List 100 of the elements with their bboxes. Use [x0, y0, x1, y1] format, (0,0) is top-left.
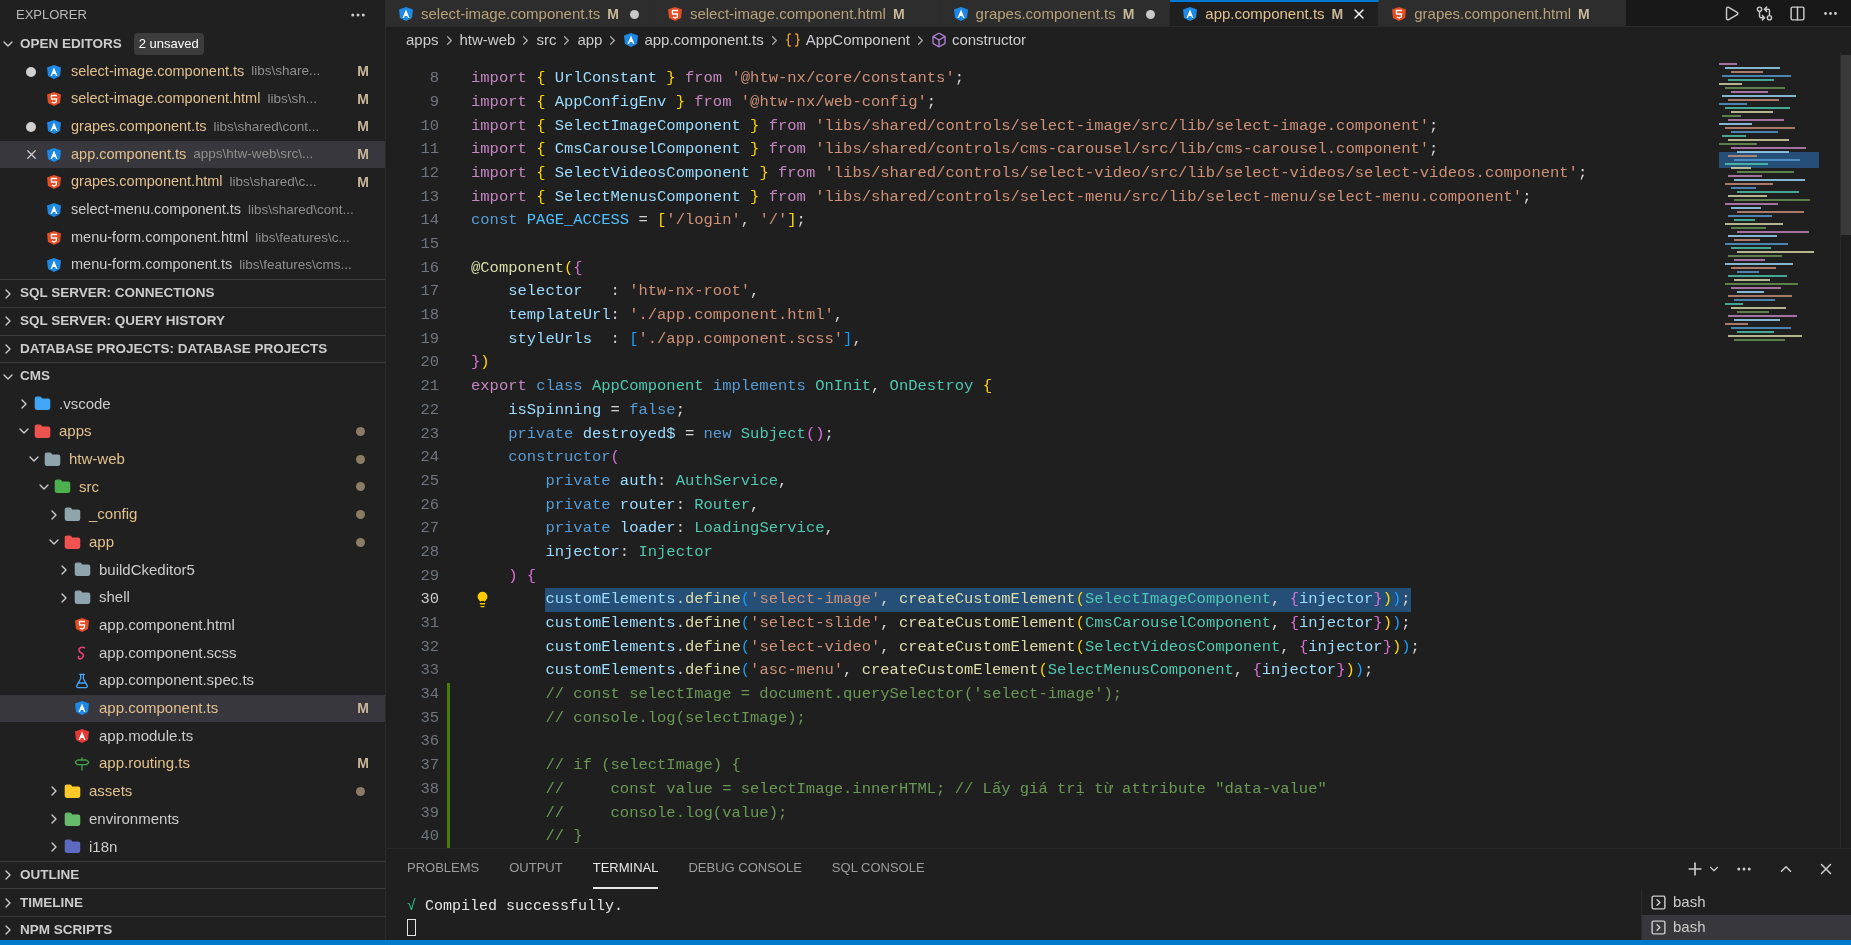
tree-item[interactable]: src — [0, 473, 385, 501]
tree-label: shell — [99, 587, 130, 608]
tree-item[interactable]: app.module.ts — [0, 722, 385, 750]
code-line: import { UrlConstant } from '@htw-nx/core/constants'; — [471, 68, 965, 90]
line-number: 19 — [419, 328, 439, 350]
line-number: 8 — [428, 68, 439, 90]
git-status: M — [892, 4, 905, 24]
code-line: selector : 'htw-nx-root', — [507, 281, 760, 303]
shield-icon — [46, 118, 62, 135]
open-editor-item[interactable]: menu-form.component.ts libs\features\cms... — [0, 251, 385, 280]
tree-label: buildCkeditor5 — [99, 559, 195, 580]
tree-item[interactable]: _config — [0, 500, 385, 529]
git-status: M — [357, 172, 369, 192]
editor-tab[interactable]: app.component.ts M — [1170, 0, 1380, 26]
file-name: select-image.component.ts — [71, 61, 245, 81]
scrollbar-thumb[interactable] — [1841, 55, 1851, 235]
code-line: private destroyed$ = new Subject(); — [507, 423, 834, 445]
section-header[interactable]: DATABASE PROJECTS: DATABASE PROJECTS — [0, 334, 385, 363]
tree-label: app.component.ts — [99, 698, 219, 719]
editor-tab[interactable]: grapes.component.ts M — [940, 0, 1171, 26]
panel-tab[interactable]: OUTPUT — [509, 849, 563, 889]
section-header[interactable]: TIMELINE — [0, 888, 385, 916]
code-line: // if (selectImage) { — [544, 755, 741, 777]
code-line: // } — [544, 826, 583, 848]
code-line: isSpinning = false; — [507, 399, 685, 421]
section-header[interactable]: OPEN EDITORS 2 unsaved — [0, 30, 385, 58]
folder-icon — [34, 395, 51, 413]
section-header[interactable]: SQL SERVER: QUERY HISTORY — [0, 306, 385, 335]
section-header[interactable]: SQL SERVER: CONNECTIONS — [0, 279, 385, 307]
tree-item[interactable]: i18n — [0, 832, 385, 861]
tree-item[interactable]: app.routing.ts M — [0, 749, 385, 778]
tree-item[interactable]: shell — [0, 583, 385, 612]
open-editor-item[interactable]: menu-form.component.html libs\features\c... — [0, 223, 385, 252]
tree-item[interactable]: environments — [0, 805, 385, 833]
panel-tab[interactable]: DEBUG CONSOLE — [688, 849, 802, 889]
open-editor-item[interactable]: app.component.ts apps\htw-web\src\... M — [0, 140, 385, 169]
breadcrumb-item[interactable]: constructor — [930, 28, 1027, 52]
file-name: grapes.component.html — [71, 172, 223, 192]
tree-item[interactable]: app.component.scss — [0, 639, 385, 667]
line-number: 38 — [419, 778, 439, 800]
line-number: 30 — [419, 589, 439, 611]
panel-tab[interactable]: TERMINAL — [592, 849, 659, 889]
panel-tab[interactable]: SQL CONSOLE — [831, 849, 925, 889]
run-icon[interactable] — [1723, 4, 1740, 22]
code-line: import { SelectVideosComponent } from 'libs/shared/controls/select-video/src/lib/select-videos/select-videos.component'; — [471, 162, 1588, 184]
editor-tab[interactable]: grapes.component.html M — [1379, 0, 1626, 26]
tree-item[interactable]: apps — [0, 417, 385, 446]
panel-tab[interactable]: PROBLEMS — [407, 849, 480, 889]
editor-tab[interactable]: select-image.component.html M — [654, 0, 941, 26]
open-editor-item[interactable]: grapes.component.html libs\shared\c... M — [0, 168, 385, 197]
terminal-list-item[interactable]: bash — [1642, 890, 1851, 915]
code-line: private router: Router, — [544, 494, 760, 516]
line-number: 27 — [419, 518, 439, 540]
compare-icon[interactable] — [1756, 4, 1773, 22]
tree-item[interactable]: buildCkeditor5 — [0, 556, 385, 584]
tab-label: grapes.component.ts — [975, 3, 1116, 24]
open-editor-item[interactable]: select-menu.component.ts libs\shared\cont... — [0, 196, 385, 224]
terminal-list-item[interactable]: bash — [1642, 915, 1851, 940]
breadcrumb-item[interactable]: htw-web — [459, 28, 516, 52]
open-editor-item[interactable]: select-image.component.ts libs\share... M — [0, 57, 385, 86]
breadcrumb-item[interactable]: src — [536, 28, 557, 52]
code-line: @Component({ — [471, 257, 583, 279]
tree-item[interactable]: .vscode — [0, 389, 385, 418]
split-editor-icon[interactable] — [1789, 4, 1806, 22]
shield-icon — [74, 728, 90, 745]
code-line: customElements.define('asc-menu', createCustomElement(SelectMenusComponent, {injector})); — [544, 660, 1374, 682]
file-path: libs\shared\cont... — [213, 117, 320, 136]
breadcrumb-label: AppComponent — [805, 29, 910, 50]
open-editor-item[interactable]: grapes.component.ts libs\shared\cont... M — [0, 113, 385, 141]
breadcrumb-item[interactable]: AppComponent — [784, 28, 910, 52]
breadcrumb-item[interactable]: app.component.ts — [623, 28, 764, 52]
tree-item[interactable]: app.component.ts M — [0, 694, 385, 723]
line-number: 15 — [419, 234, 439, 256]
editor-tab[interactable]: select-image.component.ts M — [386, 0, 655, 26]
tree-label: apps — [59, 421, 92, 442]
breadcrumb-item[interactable]: apps — [406, 28, 439, 52]
tree-item[interactable]: app.component.html — [0, 611, 385, 640]
line-number: 9 — [428, 91, 439, 113]
tree-item[interactable]: assets — [0, 777, 385, 806]
open-editor-item[interactable]: select-image.component.html libs\sh... M — [0, 85, 385, 114]
tree-item[interactable]: app — [0, 528, 385, 557]
folder-icon — [64, 838, 81, 856]
section-header[interactable]: CMS — [0, 362, 385, 390]
code-line: customElements.define('select-video', createCustomElement(SelectVideosComponent, {injector})); — [544, 636, 1420, 658]
git-status: M — [357, 145, 369, 165]
terminal-name: bash — [1673, 892, 1706, 913]
shield-icon — [666, 6, 683, 22]
line-number: 31 — [419, 613, 439, 635]
section-title: SQL SERVER: CONNECTIONS — [20, 284, 215, 303]
folder-icon — [54, 478, 71, 496]
tree-label: app.routing.ts — [99, 753, 190, 774]
tree-item[interactable]: htw-web — [0, 445, 385, 473]
folder-icon — [34, 422, 51, 440]
terminal-icon — [1650, 919, 1667, 936]
breadcrumb-item[interactable]: app — [577, 28, 603, 52]
folder-icon — [64, 782, 81, 800]
section-header[interactable]: OUTLINE — [0, 860, 385, 889]
tree-item[interactable]: app.component.spec.ts — [0, 666, 385, 695]
code-line: }) — [471, 352, 490, 374]
line-number: 10 — [419, 115, 439, 137]
